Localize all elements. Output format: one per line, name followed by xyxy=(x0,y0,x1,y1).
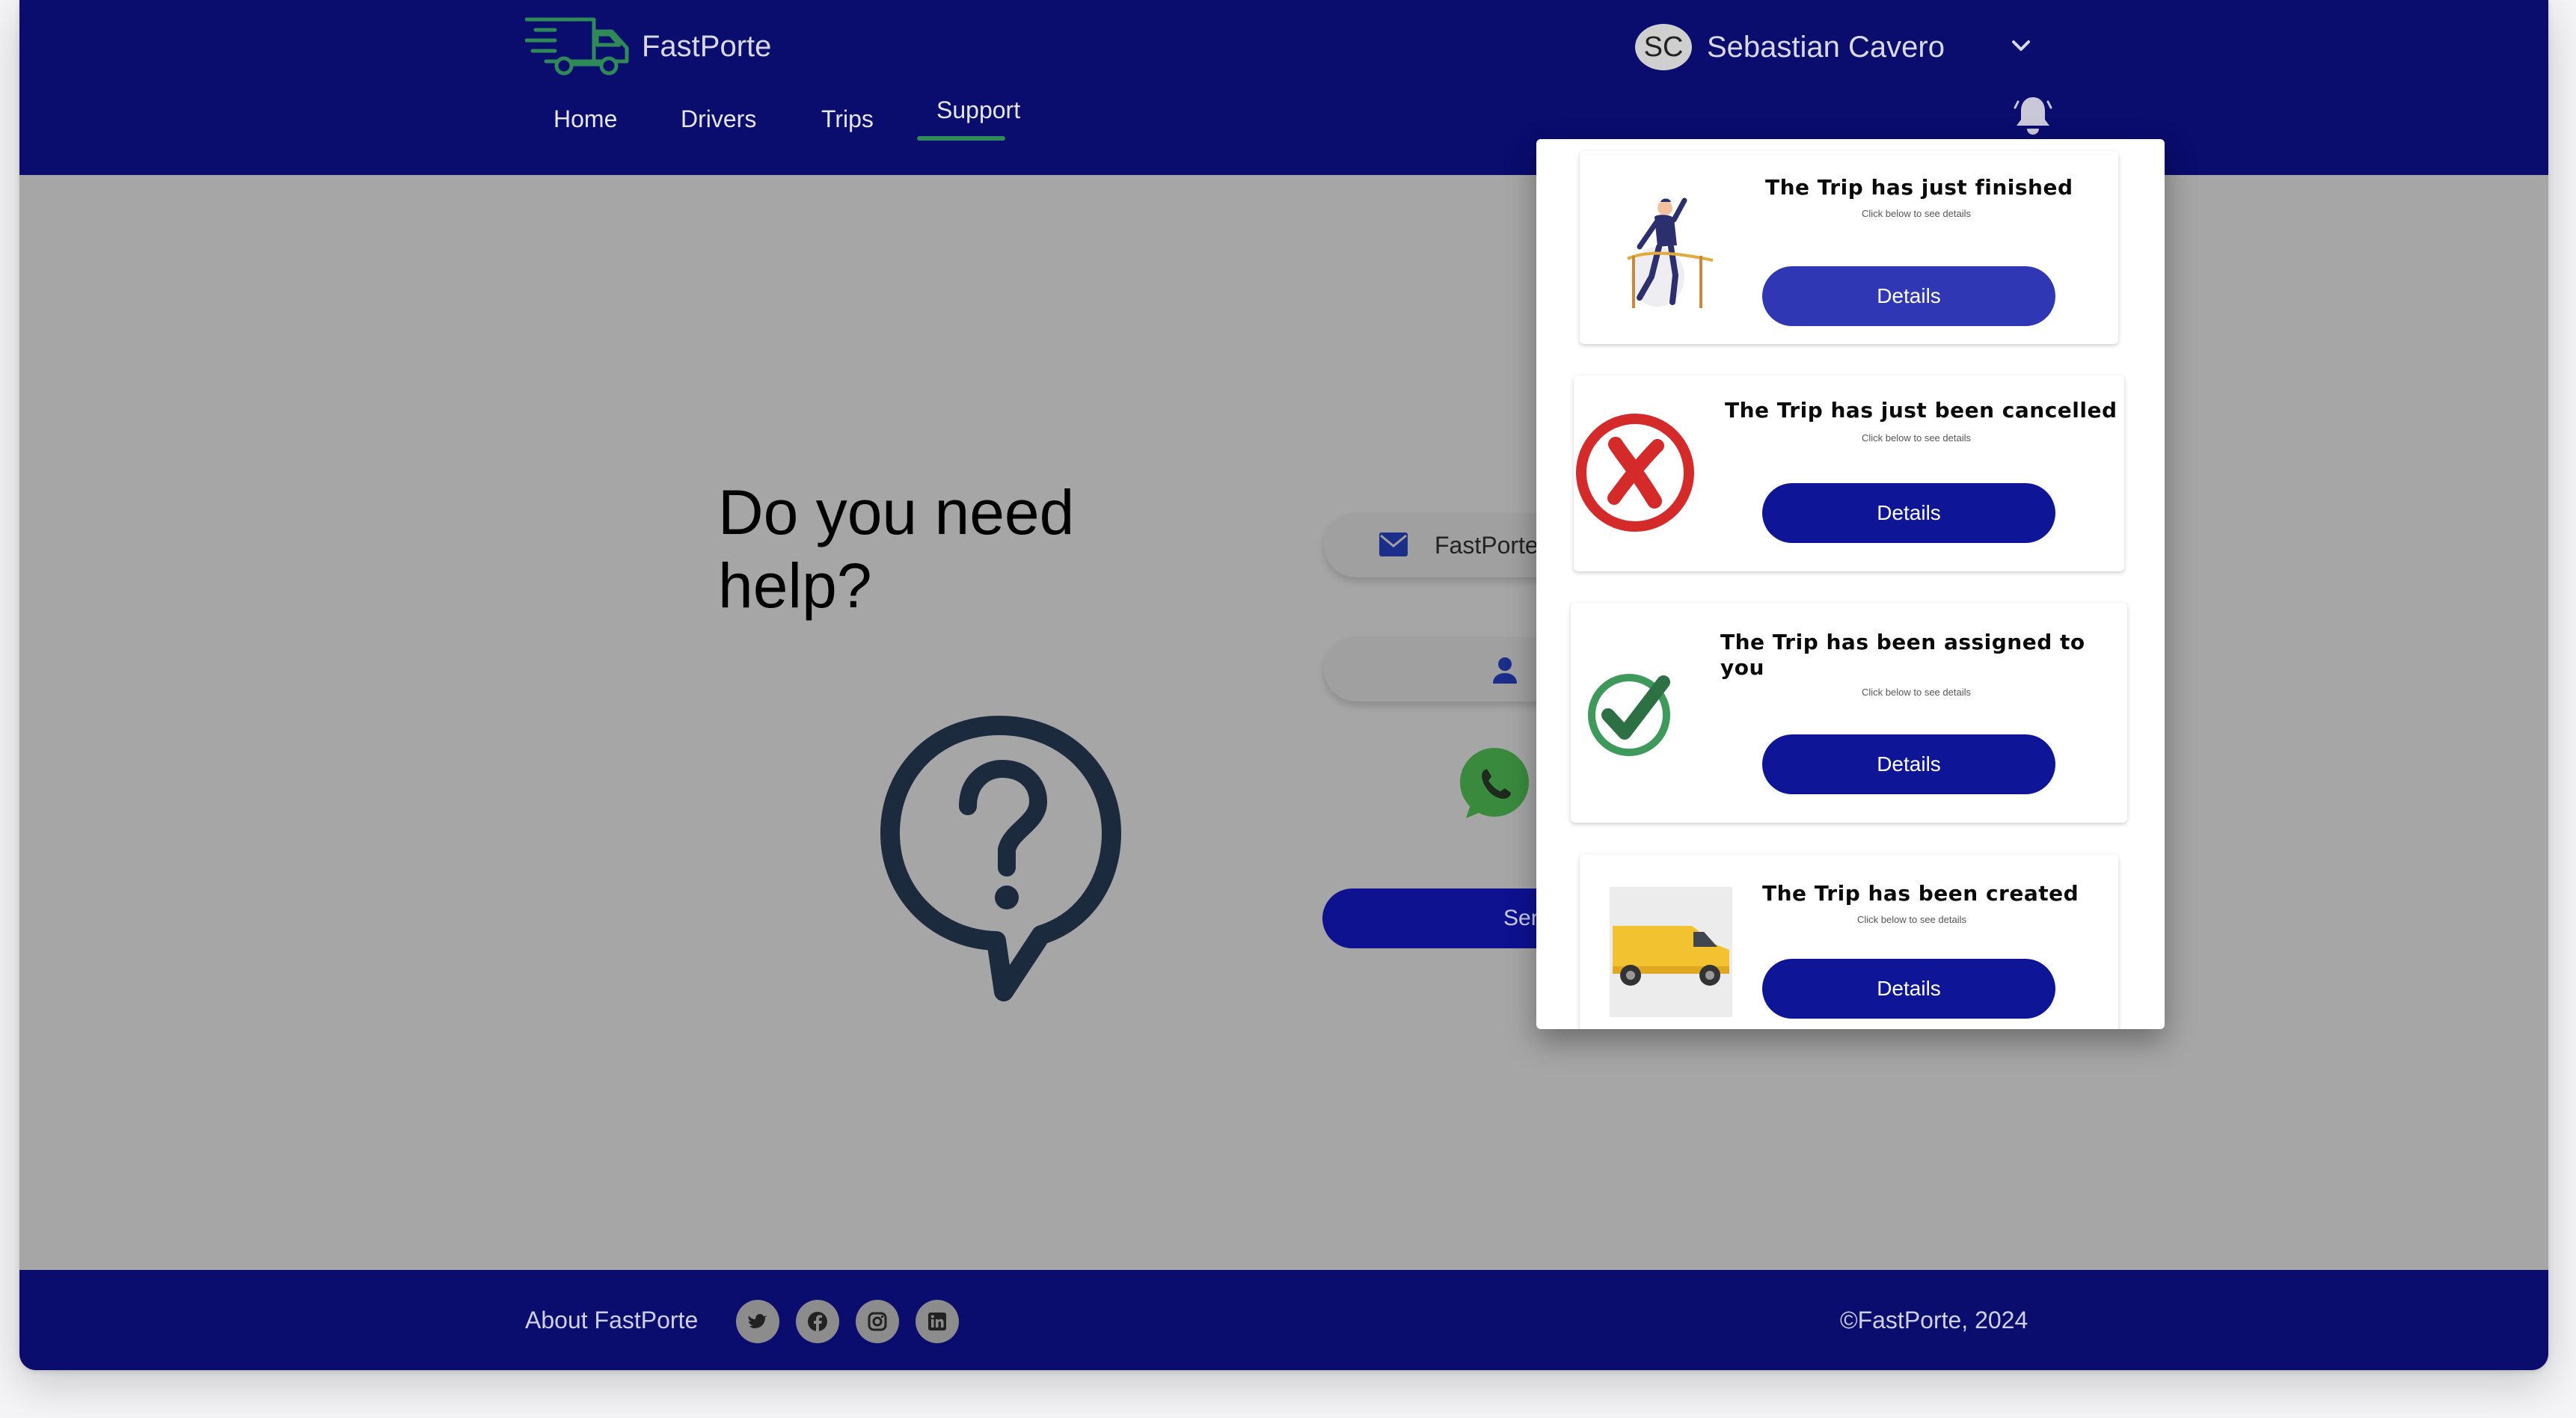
notification-card-trip-assigned: The Trip has been assigned to you Click … xyxy=(1571,603,2127,823)
chevron-down-icon[interactable] xyxy=(2006,31,2036,61)
email-contact-text: FastPorte xyxy=(1435,532,1539,559)
user-name[interactable]: Sebastian Cavero xyxy=(1707,24,1945,70)
notification-title: The Trip has been assigned to you xyxy=(1720,630,2085,680)
yellow-van-image xyxy=(1610,887,1732,1017)
top-navbar: FastPorte Home Drivers Trips Support SC … xyxy=(19,0,2548,175)
instagram-icon[interactable] xyxy=(856,1300,899,1343)
copyright-text: ©FastPorte, 2024 xyxy=(1840,1307,2028,1333)
nav-trips[interactable]: Trips xyxy=(821,100,874,138)
notification-bell-icon[interactable] xyxy=(2014,94,2052,136)
notification-subtitle: Click below to see details xyxy=(1862,432,1971,443)
mail-icon xyxy=(1379,532,1408,556)
details-button[interactable]: Details xyxy=(1762,483,2055,543)
linkedin-icon[interactable] xyxy=(916,1300,959,1343)
nav-drivers[interactable]: Drivers xyxy=(681,100,756,138)
notification-title: The Trip has just been cancelled xyxy=(1725,398,2117,423)
notifications-dropdown: The Trip has just finished Click below t… xyxy=(1536,139,2165,1029)
notification-subtitle: Click below to see details xyxy=(1862,687,1971,698)
page-title: Do you need help? xyxy=(718,477,1075,621)
details-button[interactable]: Details xyxy=(1762,266,2055,326)
notification-subtitle: Click below to see details xyxy=(1862,208,1971,219)
details-button[interactable]: Details xyxy=(1762,734,2055,794)
app-window: FastPorte Home Drivers Trips Support SC … xyxy=(19,0,2548,1370)
avatar[interactable]: SC xyxy=(1635,24,1692,70)
notification-title: The Trip has just finished xyxy=(1765,175,2073,200)
notification-card-trip-cancelled: The Trip has just been cancelled Click b… xyxy=(1574,375,2124,571)
details-button[interactable]: Details xyxy=(1762,959,2055,1019)
red-x-circle-icon xyxy=(1576,414,1694,532)
delivery-truck-logo-icon[interactable] xyxy=(525,13,633,81)
nav-home[interactable]: Home xyxy=(553,100,617,138)
active-nav-indicator xyxy=(917,136,1005,141)
facebook-icon[interactable] xyxy=(796,1300,839,1343)
green-check-circle-icon xyxy=(1588,674,1670,756)
notification-card-trip-finished: The Trip has just finished Click below t… xyxy=(1580,151,2118,344)
person-finish-line-illustration xyxy=(1627,197,1714,308)
person-icon xyxy=(1493,657,1517,684)
notification-subtitle: Click below to see details xyxy=(1857,914,1966,925)
notification-title: The Trip has been created xyxy=(1762,881,2079,906)
notification-card-trip-created: The Trip has been created Click below to… xyxy=(1580,854,2118,1029)
whatsapp-icon[interactable] xyxy=(1456,745,1533,823)
question-bubble-icon xyxy=(880,716,1121,1001)
nav-support[interactable]: Support xyxy=(936,91,1020,129)
twitter-icon[interactable] xyxy=(736,1300,779,1343)
about-link[interactable]: About FastPorte xyxy=(525,1303,698,1337)
brand-name[interactable]: FastPorte xyxy=(642,24,771,69)
footer: About FastPorte ©FastPorte, 2024 xyxy=(19,1270,2548,1370)
